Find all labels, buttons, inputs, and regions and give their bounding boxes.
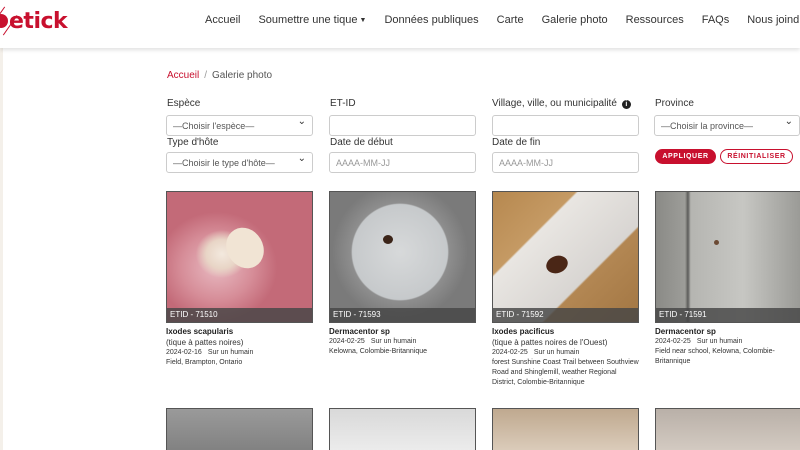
end-date-input[interactable]: AAAA-MM-JJ: [492, 152, 639, 173]
host-type-select[interactable]: —Choisir le type d'hôte—: [166, 152, 313, 173]
village-input[interactable]: [492, 115, 639, 136]
breadcrumb-current: Galerie photo: [212, 70, 273, 81]
tick-body-shape: [714, 240, 719, 245]
nav-item-galerie[interactable]: Galerie photo: [542, 14, 608, 26]
card-etid: ETID - 71510: [167, 308, 312, 322]
village-label-text: Village, ville, ou municipalité: [492, 98, 617, 109]
caret-down-icon: ▼: [359, 16, 367, 24]
tick-photo[interactable]: ETID - 71592: [492, 191, 639, 323]
province-label: Province: [655, 98, 694, 109]
apply-button[interactable]: APPLIQUER: [655, 149, 716, 164]
tick-body-shape: [218, 220, 272, 276]
tick-photo[interactable]: ETID - 71593: [329, 191, 476, 323]
card-location: Field near school, Kelowna, Colombie-Bri…: [655, 348, 775, 365]
nav-item-contact[interactable]: Nous joindre: [747, 14, 800, 26]
nav-item-donnees[interactable]: Données publiques: [384, 14, 478, 26]
card-date: 2024-02-25: [655, 338, 691, 345]
card-date: 2024-02-25: [329, 338, 365, 345]
card-species: Dermacentor sp: [329, 327, 390, 336]
card-location: Kelowna, Colombie-Britannique: [329, 348, 428, 355]
card-etid: ETID - 71592: [493, 308, 638, 322]
start-date-input[interactable]: AAAA-MM-JJ: [329, 152, 476, 173]
card-location: forest Sunshine Coast Trail between Sout…: [492, 359, 639, 386]
tick-photo[interactable]: [329, 408, 476, 450]
breadcrumb-separator: /: [204, 70, 208, 81]
species-select[interactable]: —Choisir l'espèce—: [166, 115, 313, 136]
nav-item-ressources[interactable]: Ressources: [626, 14, 684, 26]
card-location: Field, Brampton, Ontario: [166, 359, 243, 366]
end-date-placeholder: AAAA-MM-JJ: [499, 158, 553, 168]
gallery-card[interactable]: ETID - 71592 Ixodes pacificus (tique à p…: [492, 191, 639, 388]
host-type-select-value: —Choisir le type d'hôte—: [173, 158, 275, 168]
logo-text: etick: [9, 8, 68, 34]
card-meta: 2024-02-16 Sur un humain: [166, 349, 313, 356]
start-date-label: Date de début: [330, 137, 393, 148]
card-host: Sur un humain: [207, 349, 254, 356]
nav-item-accueil[interactable]: Accueil: [205, 14, 240, 26]
info-icon[interactable]: i: [621, 100, 631, 109]
breadcrumb: Accueil / Galerie photo: [167, 70, 272, 81]
card-common-name: (tique à pattes noires): [166, 338, 244, 347]
card-date: 2024-02-16: [166, 349, 202, 356]
tick-photo[interactable]: [655, 408, 800, 450]
tick-icon: [0, 14, 8, 28]
card-date: 2024-02-25: [492, 349, 528, 356]
tick-photo[interactable]: [492, 408, 639, 450]
site-header: etick Accueil Soumettre une tique ▼ Donné…: [0, 0, 800, 48]
tick-body-shape: [383, 235, 393, 244]
card-meta: 2024-02-25 Sur un humain: [492, 349, 639, 356]
tick-photo[interactable]: ETID - 71591: [655, 191, 800, 323]
tick-body-shape: [543, 252, 571, 277]
page-edge: [0, 48, 3, 450]
province-select[interactable]: —Choisir la province—: [654, 115, 800, 136]
village-label: Village, ville, ou municipalité i: [492, 98, 631, 109]
card-species: Ixodes scapularis: [166, 327, 234, 336]
card-species: Ixodes pacificus: [492, 327, 555, 336]
card-common-name: (tique à pattes noires de l'Ouest): [492, 338, 608, 347]
host-type-label: Type d'hôte: [167, 137, 219, 148]
card-host: Sur un humain: [696, 338, 743, 345]
card-species: Dermacentor sp: [655, 327, 716, 336]
etid-input[interactable]: [329, 115, 476, 136]
gallery-card[interactable]: ETID - 71591 Dermacentor sp 2024-02-25 Su…: [655, 191, 800, 367]
nav-item-faqs[interactable]: FAQs: [702, 14, 730, 26]
species-label: Espèce: [167, 98, 201, 109]
reset-button[interactable]: RÉINITIALISER: [720, 149, 793, 164]
nav-item-label: Soumettre une tique: [258, 14, 358, 26]
card-host: Sur un humain: [533, 349, 580, 356]
main-nav: Accueil Soumettre une tique ▼ Données pub…: [205, 14, 800, 26]
species-select-value: —Choisir l'espèce—: [173, 121, 255, 131]
nav-item-carte[interactable]: Carte: [497, 14, 524, 26]
end-date-label: Date de fin: [492, 137, 541, 148]
start-date-placeholder: AAAA-MM-JJ: [336, 158, 390, 168]
breadcrumb-home-link[interactable]: Accueil: [167, 70, 199, 81]
province-select-value: —Choisir la province—: [661, 121, 754, 131]
etid-label: ET-ID: [330, 98, 356, 109]
card-meta: 2024-02-25 Sur un humain: [329, 338, 476, 345]
gallery-card[interactable]: ETID - 71510 Ixodes scapularis (tique à …: [166, 191, 313, 368]
tick-photo[interactable]: ETID - 71510: [166, 191, 313, 323]
card-etid: ETID - 71591: [656, 308, 800, 322]
tick-photo[interactable]: [166, 408, 313, 450]
gallery-card[interactable]: ETID - 71593 Dermacentor sp 2024-02-25 Su…: [329, 191, 476, 357]
etick-logo[interactable]: etick: [0, 6, 68, 36]
card-etid: ETID - 71593: [330, 308, 475, 322]
nav-item-soumettre[interactable]: Soumettre une tique ▼: [258, 14, 366, 26]
card-host: Sur un humain: [370, 338, 417, 345]
card-meta: 2024-02-25 Sur un humain: [655, 338, 800, 345]
